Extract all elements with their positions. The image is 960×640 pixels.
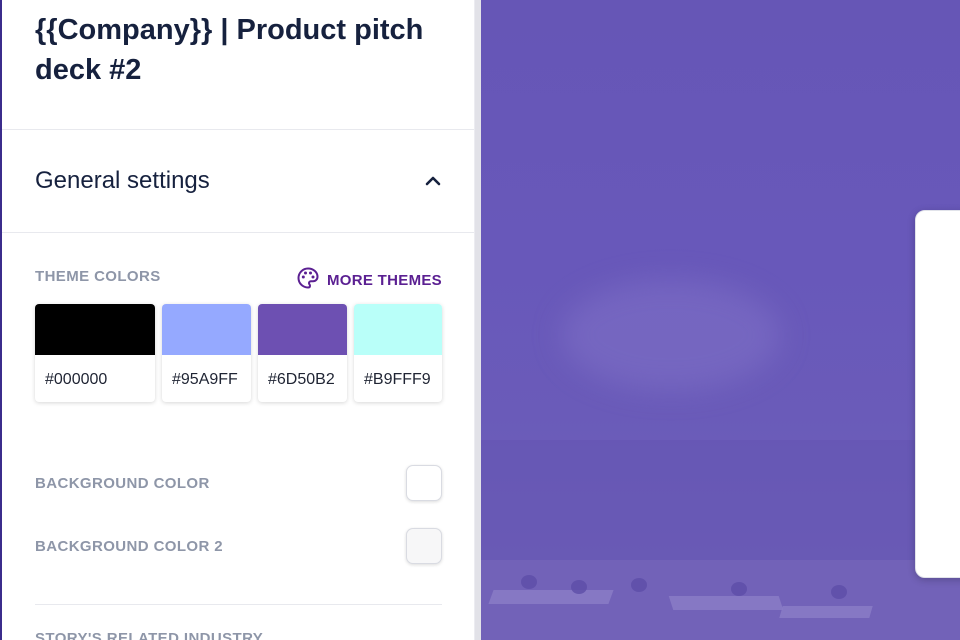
palm-shape bbox=[731, 582, 747, 596]
roof-shape bbox=[779, 606, 873, 618]
swatch-hex-value: #000000 bbox=[45, 371, 108, 388]
swatch-hex-value: #B9FFF9 bbox=[364, 371, 431, 388]
color-chip bbox=[258, 304, 347, 355]
divider bbox=[35, 604, 442, 605]
background-color-2-label: BACKGROUND COLOR 2 bbox=[35, 538, 224, 555]
general-settings-title[interactable]: General settings bbox=[35, 165, 210, 197]
color-chip bbox=[354, 304, 442, 355]
deck-title: {{Company}} | Product pitch deck #2 bbox=[35, 14, 424, 86]
slide-canvas[interactable] bbox=[481, 0, 960, 640]
settings-sidebar: {{Company}} | Product pitch deck #2 Gene… bbox=[0, 0, 481, 640]
color-chip bbox=[162, 304, 251, 355]
color-chip bbox=[35, 304, 155, 355]
background-color-picker[interactable] bbox=[406, 465, 442, 501]
theme-color-swatch[interactable]: #000000 bbox=[35, 304, 155, 402]
more-themes-button[interactable]: MORE THEMES bbox=[296, 266, 442, 294]
palette-icon bbox=[296, 266, 320, 294]
theme-color-swatch[interactable]: #95A9FF bbox=[162, 304, 251, 402]
palm-shape bbox=[831, 585, 847, 599]
slide-preview-card[interactable] bbox=[915, 210, 960, 578]
roof-shape bbox=[668, 596, 784, 610]
swatch-hex-value: #6D50B2 bbox=[268, 371, 335, 388]
background-color-label: BACKGROUND COLOR bbox=[35, 475, 210, 492]
theme-color-swatch[interactable]: #6D50B2 bbox=[258, 304, 347, 402]
roof-shape bbox=[488, 590, 614, 604]
more-themes-label: MORE THEMES bbox=[327, 271, 442, 289]
palm-shape bbox=[521, 575, 537, 589]
sea-band bbox=[481, 440, 960, 570]
divider bbox=[2, 232, 474, 233]
cloud-shape bbox=[561, 280, 781, 390]
theme-colors-label: THEME COLORS bbox=[35, 268, 161, 285]
palm-shape bbox=[571, 580, 587, 594]
chevron-up-icon[interactable] bbox=[420, 168, 446, 194]
swatch-hex-value: #95A9FF bbox=[172, 371, 238, 388]
industry-label: STORY'S RELATED INDUSTRY bbox=[35, 630, 264, 640]
settings-panel: {{Company}} | Product pitch deck #2 Gene… bbox=[2, 0, 474, 640]
background-color-2-picker[interactable] bbox=[406, 528, 442, 564]
palm-shape bbox=[631, 578, 647, 592]
theme-color-swatch[interactable]: #B9FFF9 bbox=[354, 304, 442, 402]
divider bbox=[2, 129, 474, 130]
